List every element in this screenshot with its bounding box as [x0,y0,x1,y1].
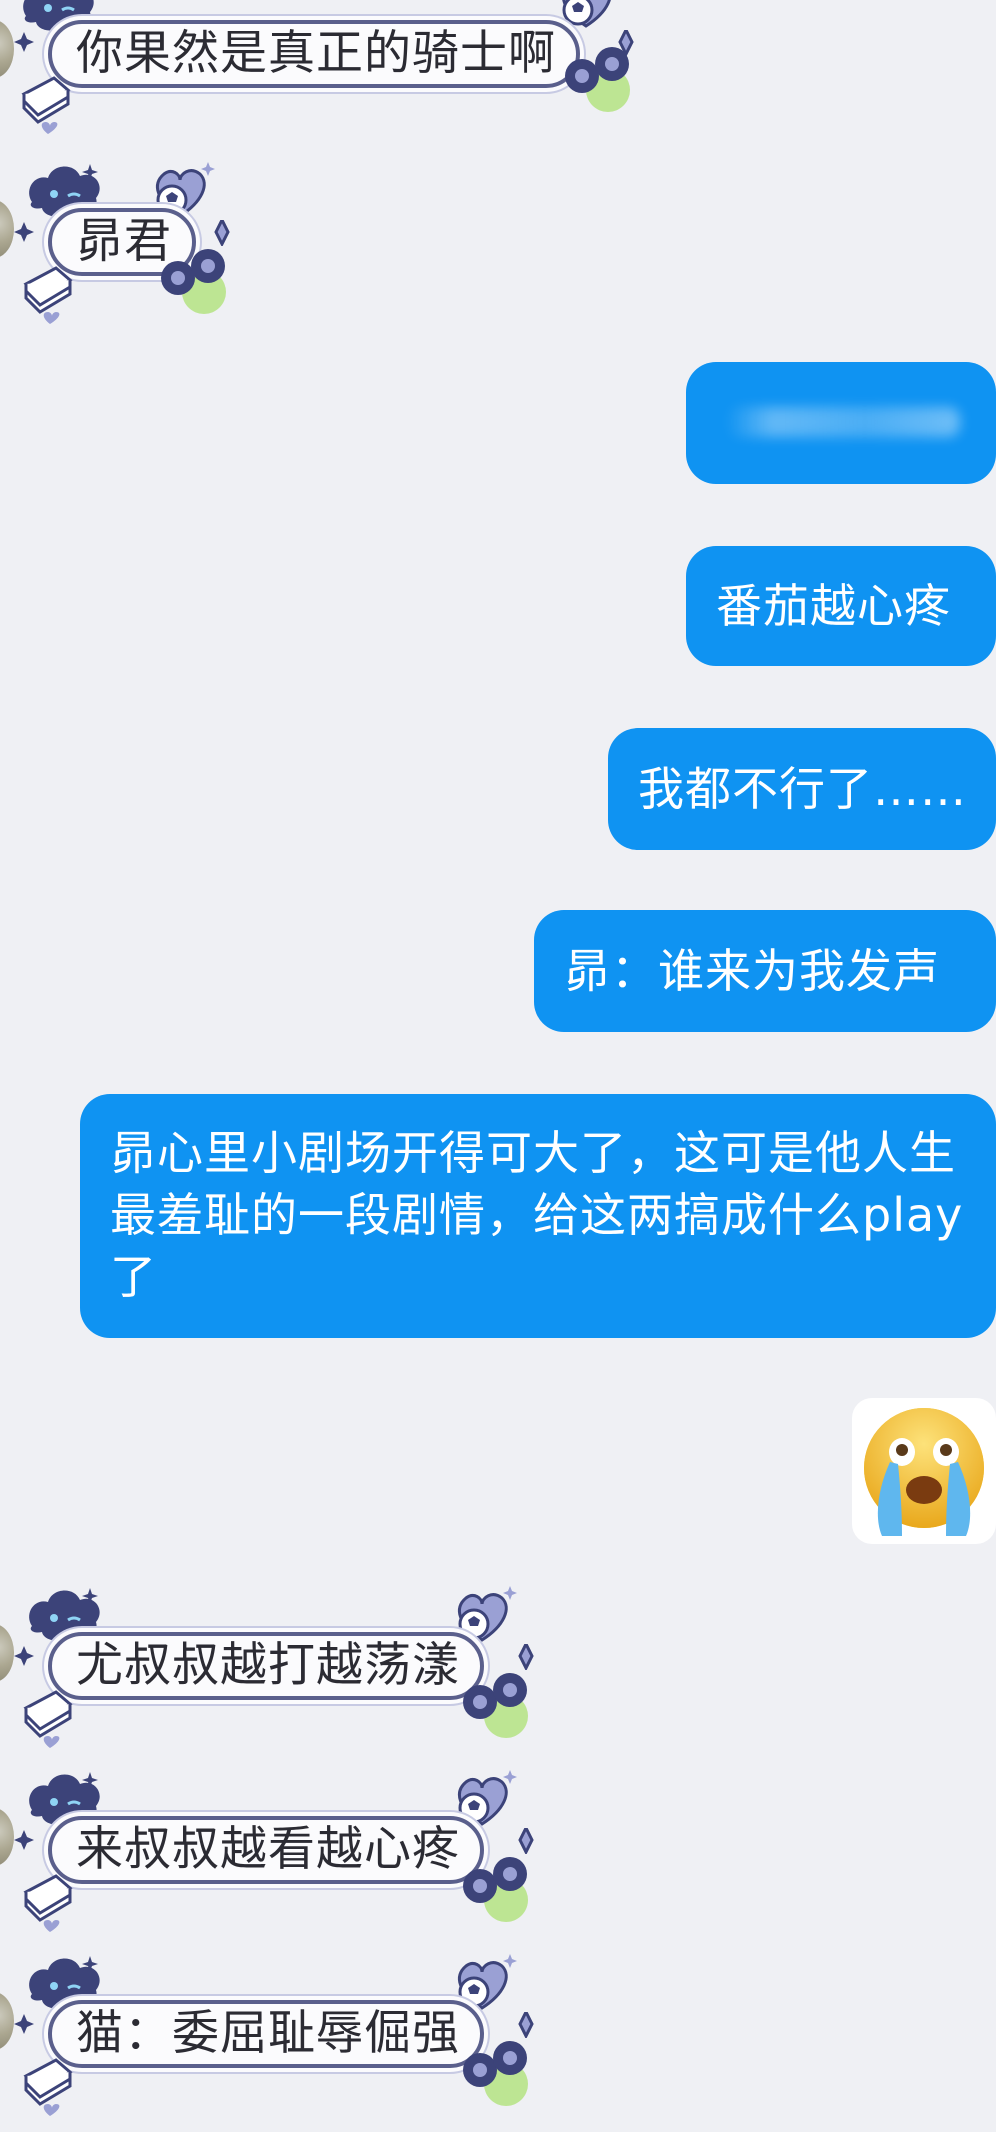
star-icon [14,1646,34,1666]
cake-icon [22,76,70,136]
cake-icon [24,1690,72,1750]
star-icon [14,32,34,52]
incoming-message-4: 来叔叔越看越心疼 [0,1764,560,1934]
cake-icon [24,1874,72,1934]
star-icon [14,222,34,242]
diamond-icon [518,1644,534,1670]
incoming-message-2: 昴君 [0,156,260,326]
star-icon [14,2014,34,2034]
crying-emoji-sticker[interactable] [852,1398,996,1544]
message-text: 我都不行了…… [638,762,967,816]
outgoing-bubble: 昴：谁来为我发声 [534,910,996,1032]
berries-icon [161,249,226,314]
diamond-icon [518,1828,534,1854]
incoming-message-1: 你果然是真正的骑士啊 [0,0,640,136]
incoming-bubble: 你果然是真正的骑士啊 [48,20,580,88]
message-text: 昴心里小剧场开得可大了，这可是他人生最羞耻的一段剧情，给这两搞成什么play了 [110,1126,964,1304]
incoming-bubble: 猫：委屈耻辱倔强 [48,2000,484,2068]
incoming-bubble: 来叔叔越看越心疼 [48,1816,484,1884]
avatar[interactable] [0,200,14,258]
diamond-icon [518,2012,534,2038]
message-text: 来叔叔越看越心疼 [76,1822,460,1877]
outgoing-bubble: 我都不行了…… [608,728,996,850]
redacted-text [726,407,960,437]
message-text: 番茄越心疼 [716,579,951,633]
outgoing-bubble-blurred [686,362,996,484]
message-text: 你果然是真正的骑士啊 [76,26,556,81]
cake-icon [24,2058,72,2118]
incoming-message-3: 尤叔叔越打越荡漾 [0,1580,560,1750]
message-text: 尤叔叔越打越荡漾 [76,1638,460,1693]
berries-icon [463,1857,528,1922]
avatar[interactable] [0,20,14,78]
message-text: 昴：谁来为我发声 [564,944,940,998]
heart-icon [561,0,623,28]
crying-emoji-icon [864,1408,984,1536]
avatar[interactable] [0,1992,14,2050]
avatar[interactable] [0,1624,14,1682]
diamond-icon [214,220,230,246]
berries-icon [463,2041,528,2106]
outgoing-bubble: 番茄越心疼 [686,546,996,666]
message-text: 猫：委屈耻辱倔强 [76,2006,460,2061]
incoming-bubble: 尤叔叔越打越荡漾 [48,1632,484,1700]
star-icon [14,1830,34,1850]
berries-icon [565,47,630,112]
cake-icon [24,266,72,326]
berries-icon [463,1673,528,1738]
incoming-message-5: 猫：委屈耻辱倔强 [0,1948,560,2118]
avatar[interactable] [0,1808,14,1866]
outgoing-bubble-long: 昴心里小剧场开得可大了，这可是他人生最羞耻的一段剧情，给这两搞成什么play了 [80,1094,996,1338]
